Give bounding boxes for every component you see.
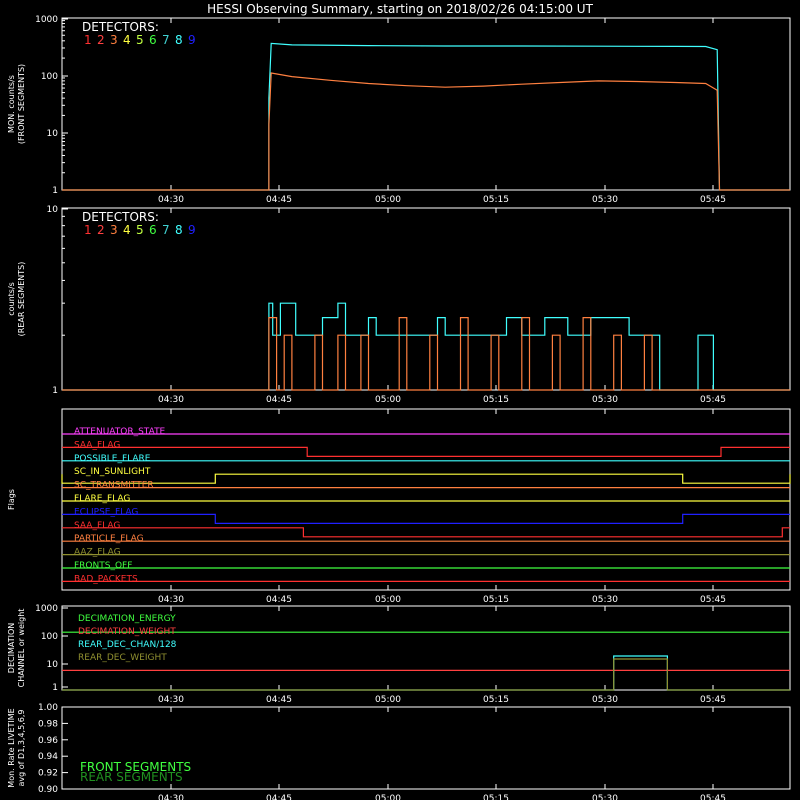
- rear-detector-1: 1: [84, 223, 92, 237]
- flag-label: SAA_FLAG: [74, 521, 120, 531]
- livetime-xtick-label: 05:00: [375, 794, 401, 800]
- flag-label: PARTICLE_FLAG: [74, 534, 144, 544]
- front-xtick-label: 04:30: [158, 195, 184, 205]
- rear-detector-6: 6: [149, 223, 157, 237]
- livetime-ylabel: avg of D1,3,4,5,6,9: [17, 710, 26, 787]
- decimation-xtick-label: 04:45: [266, 695, 292, 705]
- flag-label: SAA_FLAG: [74, 440, 120, 450]
- front-detector-2: 2: [97, 33, 105, 47]
- rear-ytick-label: 1: [52, 386, 58, 396]
- livetime-xtick-label: 05:30: [592, 794, 618, 800]
- decimation-legend-2: REAR_DEC_CHAN/128: [78, 640, 177, 650]
- decimation-ylabel: CHANNEL or weight: [17, 609, 26, 688]
- livetime-ytick-label: 0.98: [38, 719, 58, 729]
- front-detector-9: 9: [188, 33, 196, 47]
- chart-title: HESSI Observing Summary, starting on 201…: [207, 2, 593, 16]
- rear-xtick-label: 05:45: [700, 395, 726, 405]
- rear-detector-5: 5: [136, 223, 144, 237]
- front-detector-5: 5: [136, 33, 144, 47]
- rear-detectors-header: DETECTORS:: [82, 210, 159, 224]
- front-detectors-header: DETECTORS:: [82, 20, 159, 34]
- livetime-xtick-label: 05:45: [700, 794, 726, 800]
- decimation-legend-1: DECIMATION_WEIGHT: [78, 627, 176, 637]
- flag-label: FRONTS_OFF: [74, 561, 132, 571]
- front-xtick-label: 05:30: [592, 195, 618, 205]
- flags-xtick-label: 05:30: [592, 595, 618, 605]
- livetime-ytick-label: 1.00: [38, 703, 58, 713]
- rear-detector-4: 4: [123, 223, 131, 237]
- livetime-xtick-label: 04:45: [266, 794, 292, 800]
- decimation-ylabel: DECIMATION: [7, 623, 16, 673]
- front-xtick-label: 05:15: [483, 195, 509, 205]
- rear-detector-2: 2: [97, 223, 105, 237]
- livetime-ytick-label: 0.92: [38, 769, 58, 779]
- decimation-legend-0: DECIMATION_ENERGY: [78, 614, 176, 624]
- rear-detector-7: 7: [162, 223, 170, 237]
- rear-xtick-label: 04:30: [158, 395, 184, 405]
- flag-label: SC_TRANSMITTER: [74, 481, 154, 491]
- livetime-ytick-label: 0.94: [38, 752, 58, 762]
- decimation-ytick-label: 1000: [35, 604, 58, 614]
- decimation-ytick-label: 100: [41, 632, 58, 642]
- flag-label: BAD_PACKETS: [74, 574, 138, 584]
- flags-xtick-label: 05:15: [483, 595, 509, 605]
- flag-label: POSSIBLE_FLARE: [74, 454, 151, 464]
- rear-xtick-label: 05:00: [375, 395, 401, 405]
- flags-xtick-label: 05:00: [375, 595, 401, 605]
- livetime-ylabel: Mon. Rate LIVETIME: [7, 708, 16, 787]
- decimation-ytick-label: 1: [52, 683, 58, 693]
- front-ytick-label: 1000: [35, 15, 58, 25]
- decimation-xtick-label: 05:45: [700, 695, 726, 705]
- decimation-ytick-label: 10: [47, 660, 59, 670]
- flags-xtick-label: 05:45: [700, 595, 726, 605]
- front-ylabel: MON. counts/s: [7, 75, 16, 133]
- flags-ylabel: Flags: [7, 489, 16, 510]
- flags-xtick-label: 04:30: [158, 595, 184, 605]
- front-ytick-label: 10: [47, 129, 59, 139]
- front-ytick-label: 1: [52, 186, 58, 196]
- flag-label: ECLIPSE_FLAG: [74, 507, 138, 517]
- front-ytick-label: 100: [41, 72, 58, 82]
- rear-xtick-label: 05:15: [483, 395, 509, 405]
- decimation-legend-3: REAR_DEC_WEIGHT: [78, 653, 167, 663]
- decimation-xtick-label: 04:30: [158, 695, 184, 705]
- decimation-xtick-label: 05:15: [483, 695, 509, 705]
- flag-label: FLARE_FLAG: [74, 494, 130, 504]
- rear-xtick-label: 04:45: [266, 395, 292, 405]
- front-detector-8: 8: [175, 33, 183, 47]
- rear-xtick-label: 05:30: [592, 395, 618, 405]
- front-detector-6: 6: [149, 33, 157, 47]
- rear-detector-8: 8: [175, 223, 183, 237]
- livetime-ytick-label: 0.90: [38, 785, 58, 795]
- front-xtick-label: 05:45: [700, 195, 726, 205]
- livetime-xtick-label: 05:15: [483, 794, 509, 800]
- rear-detector-3: 3: [110, 223, 118, 237]
- flag-label: AAZ_FLAG: [74, 548, 121, 558]
- front-detector-7: 7: [162, 33, 170, 47]
- flags-xtick-label: 04:45: [266, 595, 292, 605]
- flag-label: SC_IN_SUNLIGHT: [74, 467, 151, 477]
- decimation-xtick-label: 05:30: [592, 695, 618, 705]
- front-detector-3: 3: [110, 33, 118, 47]
- livetime-ytick-label: 0.96: [38, 736, 58, 746]
- front-xtick-label: 05:00: [375, 195, 401, 205]
- livetime-legend-1: REAR SEGMENTS: [80, 770, 183, 784]
- flag-label: ATTENUATOR_STATE: [74, 427, 166, 437]
- front-detector-1: 1: [84, 33, 92, 47]
- rear-ylabel: counts/s: [7, 282, 16, 316]
- front-ylabel: (FRONT SEGMENTS): [17, 64, 26, 144]
- front-xtick-label: 04:45: [266, 195, 292, 205]
- hessi-summary-chart: HESSI Observing Summary, starting on 201…: [0, 0, 800, 800]
- livetime-xtick-label: 04:30: [158, 794, 184, 800]
- rear-ytick-label: 10: [47, 205, 59, 215]
- rear-detector-9: 9: [188, 223, 196, 237]
- rear-ylabel: (REAR SEGMENTS): [17, 262, 26, 337]
- front-detector-4: 4: [123, 33, 131, 47]
- decimation-xtick-label: 05:00: [375, 695, 401, 705]
